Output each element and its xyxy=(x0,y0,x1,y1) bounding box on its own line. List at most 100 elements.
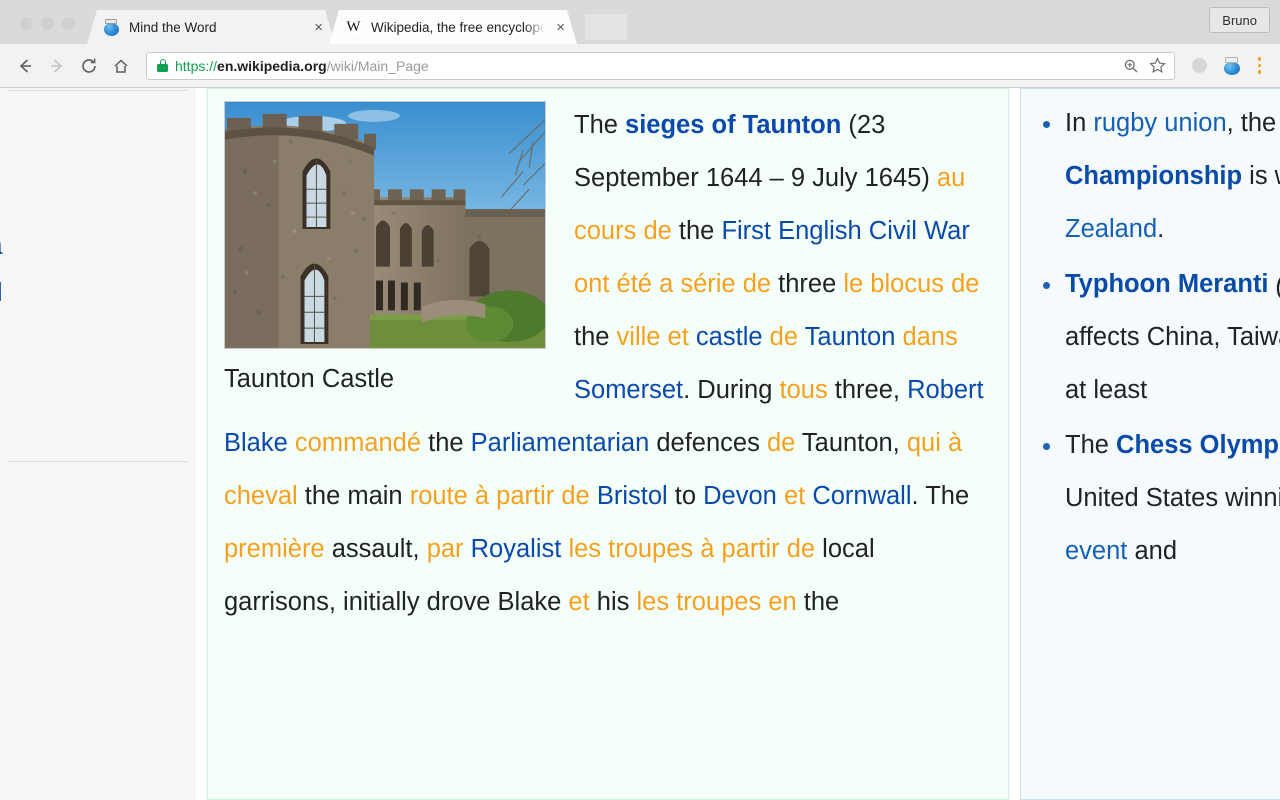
wiki-link-bold[interactable]: sieges of Taunton xyxy=(625,111,841,139)
translated-word: tous xyxy=(780,376,828,404)
page-viewport: Wikipedia nity portal changes page ks he… xyxy=(0,88,1280,800)
text-run: In xyxy=(1065,109,1093,137)
wiki-link[interactable]: Royalist xyxy=(471,535,562,563)
sidebar-item-about[interactable]: Wikipedia xyxy=(0,223,196,270)
new-tab-button[interactable] xyxy=(585,14,627,40)
text-run: the xyxy=(421,429,471,457)
url-text: https://en.wikipedia.org/wiki/Main_Page xyxy=(175,58,1113,74)
wiki-link[interactable]: First English Civil War xyxy=(721,217,969,245)
wiki-link[interactable]: Bristol xyxy=(597,482,668,510)
tab-mind-the-word[interactable]: Mind the Word × xyxy=(87,10,335,44)
text-run xyxy=(590,482,597,510)
translated-word: route à partir de xyxy=(410,482,590,510)
wiki-link-bold[interactable]: Chess Olympiad xyxy=(1116,431,1280,459)
text-run: and xyxy=(1127,537,1177,565)
maximize-window-button[interactable] xyxy=(62,17,75,30)
italic-text: (pictured) xyxy=(1276,270,1280,298)
taunton-castle-image[interactable] xyxy=(224,101,546,349)
sidebar-item-special-pages[interactable]: pages xyxy=(0,653,196,700)
wiki-link-bold[interactable]: Typhoon Meranti xyxy=(1065,270,1269,298)
browser-window: Mind the Word × W Wikipedia, the free en… xyxy=(0,0,1280,800)
text-run: the main xyxy=(298,482,410,510)
wikipedia-w-icon: W xyxy=(345,19,362,36)
star-icon[interactable] xyxy=(1149,57,1166,74)
text-run: the xyxy=(797,588,840,616)
sidebar-item-what-links-here[interactable]: ks here xyxy=(0,512,196,559)
url-host: en.wikipedia.org xyxy=(217,58,327,74)
text-run: is won by xyxy=(1242,162,1280,190)
tab-wikipedia[interactable]: W Wikipedia, the free encyclopedia × xyxy=(329,10,577,44)
wiki-link[interactable]: Cornwall xyxy=(812,482,911,510)
url-scheme: https:// xyxy=(175,58,217,74)
translated-word: le blocus de xyxy=(843,270,979,298)
zoom-magnifier-icon[interactable] xyxy=(1123,58,1139,74)
sidebar-item-wikidata-item[interactable]: item xyxy=(0,794,196,800)
translated-word: et xyxy=(784,482,805,510)
image-caption: Taunton Castle xyxy=(224,357,546,401)
text-run: three xyxy=(771,270,843,298)
text-run xyxy=(763,323,770,351)
sidebar-group-tools: ks here changes ile pages ent link ormat… xyxy=(0,512,196,800)
profile-button[interactable]: Bruno xyxy=(1209,7,1270,33)
list-item: In rugby union, the Rugby Championship i… xyxy=(1039,97,1280,256)
sidebar-item-upload-file[interactable]: ile xyxy=(0,606,196,653)
wiki-link[interactable]: rugby union xyxy=(1093,109,1226,137)
text-run: defences xyxy=(649,429,767,457)
text-run: , the xyxy=(1227,109,1280,137)
text-run: Taunton, xyxy=(795,429,907,457)
url-path: /wiki/Main_Page xyxy=(327,58,429,74)
sidebar-item-contact-page[interactable]: page xyxy=(0,364,196,411)
wiki-link[interactable]: Somerset xyxy=(574,376,683,404)
text-run: The xyxy=(574,111,625,139)
wiki-link[interactable]: castle xyxy=(696,323,763,351)
text-run xyxy=(777,482,784,510)
reload-icon[interactable] xyxy=(74,51,104,81)
wikipedia-main-page: Wikipedia nity portal changes page ks he… xyxy=(0,88,1280,800)
window-controls xyxy=(10,17,87,44)
sidebar-item-page-information[interactable]: ormation xyxy=(0,747,196,794)
sidebar-item-permanent-link[interactable]: ent link xyxy=(0,700,196,747)
back-arrow-icon[interactable] xyxy=(10,51,40,81)
home-icon[interactable] xyxy=(106,51,136,81)
sidebar-item-related-changes[interactable]: changes xyxy=(0,559,196,606)
column-gutter xyxy=(196,88,207,800)
wiki-link[interactable]: Devon xyxy=(703,482,777,510)
text-run: the xyxy=(574,323,617,351)
text-run: . The xyxy=(912,482,970,510)
browser-toolbar: https://en.wikipedia.org/wiki/Main_Page xyxy=(0,44,1280,88)
text-run: The xyxy=(1065,431,1116,459)
sidebar-item-recent-changes[interactable]: changes xyxy=(0,317,196,364)
text-run: three, xyxy=(828,376,907,404)
text-run xyxy=(689,323,696,351)
translated-word: de xyxy=(770,323,798,351)
secure-lock-icon xyxy=(157,59,168,72)
address-bar[interactable]: https://en.wikipedia.org/wiki/Main_Page xyxy=(146,52,1175,80)
close-icon[interactable]: × xyxy=(554,20,565,35)
tab-title: Wikipedia, the free encyclopedia xyxy=(371,20,545,35)
mind-the-word-icon[interactable] xyxy=(1217,51,1247,81)
list-item: Typhoon Meranti (pictured) affects China… xyxy=(1039,258,1280,417)
kebab-menu-icon[interactable] xyxy=(1249,57,1271,74)
news-list: In rugby union, the Rugby Championship i… xyxy=(1039,97,1280,578)
extension-dot-icon[interactable] xyxy=(1185,51,1215,81)
tab-title: Mind the Word xyxy=(129,20,303,35)
wiki-link[interactable]: Taunton xyxy=(805,323,896,351)
translated-word: première xyxy=(224,535,325,563)
close-window-button[interactable] xyxy=(20,17,33,30)
translated-word: et xyxy=(568,588,589,616)
wiki-link[interactable]: Parliamentarian xyxy=(471,429,650,457)
sidebar-group-interaction: Wikipedia nity portal changes page xyxy=(0,223,196,411)
text-run xyxy=(464,535,471,563)
profile-label: Bruno xyxy=(1222,13,1257,28)
close-icon[interactable]: × xyxy=(312,20,323,35)
translated-word: commandé xyxy=(295,429,421,457)
featured-article-box: Taunton Castle The sieges of Taunton (23… xyxy=(207,88,1009,800)
text-run: his xyxy=(590,588,637,616)
translated-word: les troupes à partir de xyxy=(568,535,815,563)
text-run: to xyxy=(668,482,703,510)
wikipedia-sidebar: Wikipedia nity portal changes page ks he… xyxy=(0,88,196,800)
sidebar-item-community-portal[interactable]: nity portal xyxy=(0,270,196,317)
minimize-window-button[interactable] xyxy=(41,17,54,30)
in-the-news-box: In rugby union, the Rugby Championship i… xyxy=(1020,88,1280,800)
translated-word: de xyxy=(767,429,795,457)
